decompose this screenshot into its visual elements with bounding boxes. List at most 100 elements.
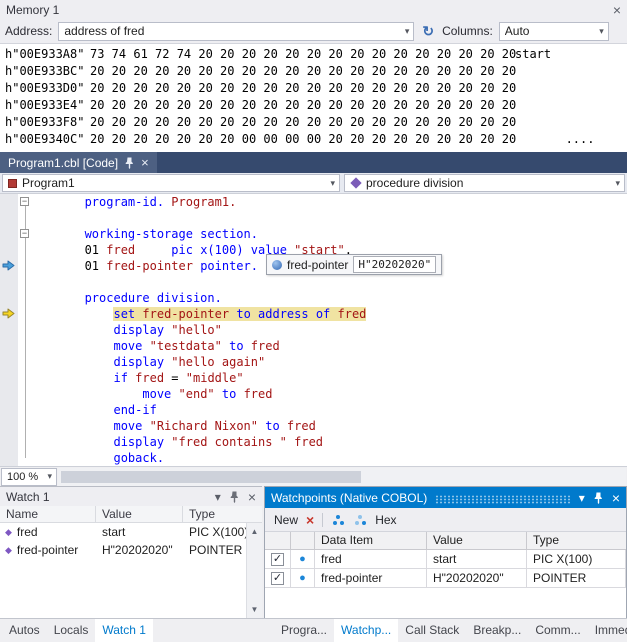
watchpoints-column-header-value[interactable]: Value	[427, 532, 527, 549]
code-line[interactable]: display "hello"	[34, 322, 627, 338]
code-line[interactable]	[34, 210, 627, 226]
bottom-tab-autos[interactable]: Autos	[2, 619, 47, 642]
pin-icon[interactable]	[594, 492, 603, 504]
members-dropdown[interactable]: procedure division ▾	[344, 174, 625, 192]
watchpoints-column-header-data-item[interactable]: Data Item	[315, 532, 427, 549]
memory-address: h"00E9340C"	[5, 131, 90, 148]
enable-watchpoints-icon[interactable]	[331, 513, 345, 527]
chevron-down-icon[interactable]: ▾	[328, 178, 337, 189]
watchpoints-column-header-type[interactable]: Type	[527, 532, 626, 549]
types-dropdown[interactable]: Program1 ▾	[2, 174, 340, 192]
bottom-tab-watchp[interactable]: Watchp...	[334, 619, 398, 642]
watchpoint-row[interactable]: ✓●fredstartPIC X(100)	[265, 550, 626, 569]
outlining-margin[interactable]: −−	[18, 194, 34, 466]
code-line[interactable]: move "Richard Nixon" to fred	[34, 418, 627, 434]
memory-title-bar[interactable]: Memory 1 ×	[0, 0, 627, 19]
chevron-down-icon[interactable]: ▾	[45, 471, 54, 482]
tab-program1-cbl[interactable]: Program1.cbl [Code] ×	[0, 152, 157, 173]
code-token: fred	[338, 307, 367, 321]
code-token	[215, 387, 222, 401]
checkbox-icon[interactable]: ✓	[271, 572, 284, 585]
memory-row[interactable]: h"00E9340C"20 20 20 20 20 20 20 00 00 00…	[5, 131, 627, 148]
bottom-tab-comm[interactable]: Comm...	[528, 619, 587, 642]
delete-watchpoint-icon[interactable]: ×	[306, 513, 314, 527]
navigate-arrow-icon[interactable]	[2, 260, 15, 274]
bottom-tab-call-stack[interactable]: Call Stack	[398, 619, 466, 642]
current-statement-arrow-icon[interactable]	[2, 308, 15, 322]
bottom-tab-breakp[interactable]: Breakp...	[466, 619, 528, 642]
address-combo[interactable]: address of fred ▾	[58, 22, 414, 41]
code-token: Program1.	[171, 195, 236, 209]
watch-column-header-name[interactable]: Name	[0, 506, 96, 522]
watch-row[interactable]: ◆fredstartPIC X(100)	[0, 523, 246, 541]
window-position-icon[interactable]: ▾	[579, 492, 585, 504]
watch-title-bar[interactable]: Watch 1 ▾ ×	[0, 487, 262, 506]
refresh-icon[interactable]: ↻	[420, 23, 436, 40]
pin-icon[interactable]	[230, 491, 239, 503]
watchpoint-type-cell: PIC X(100)	[527, 550, 626, 568]
code-token: fred	[294, 435, 323, 449]
code-line[interactable]: display "hello again"	[34, 354, 627, 370]
watch-column-header-type[interactable]: Type	[183, 506, 262, 522]
checkbox-icon[interactable]: ✓	[271, 553, 284, 566]
collapse-region-icon[interactable]: −	[20, 229, 29, 238]
memory-row[interactable]: h"00E933F8"20 20 20 20 20 20 20 20 20 20…	[5, 114, 627, 131]
code-token	[34, 355, 113, 369]
bottom-tab-immedi[interactable]: Immedi...	[588, 619, 627, 642]
code-pane[interactable]: program-id. Program1. working-storage se…	[34, 194, 627, 466]
bottom-tab-progra[interactable]: Progra...	[274, 619, 334, 642]
watch-row[interactable]: ◆fred-pointerH"20202020"POINTER	[0, 541, 246, 559]
watchpoints-checkbox-column-header	[265, 532, 291, 549]
watchpoint-state-cell: ●	[291, 569, 315, 587]
code-line[interactable]	[34, 274, 627, 290]
memory-row[interactable]: h"00E933D0"20 20 20 20 20 20 20 20 20 20…	[5, 80, 627, 97]
close-icon[interactable]: ×	[141, 155, 149, 170]
memory-rows[interactable]: h"00E933A8"73 74 61 72 74 20 20 20 20 20…	[0, 44, 627, 152]
scroll-down-icon[interactable]: ▼	[247, 605, 262, 614]
code-line[interactable]: working-storage section.	[34, 226, 627, 242]
code-line[interactable]: goback.	[34, 450, 627, 466]
columns-combo[interactable]: Auto ▾	[499, 22, 609, 41]
bottom-tab-watch-1[interactable]: Watch 1	[95, 619, 153, 642]
memory-row[interactable]: h"00E933BC"20 20 20 20 20 20 20 20 20 20…	[5, 63, 627, 80]
close-icon[interactable]: ×	[613, 3, 621, 17]
close-icon[interactable]: ×	[248, 490, 256, 504]
zoom-combo[interactable]: 100 % ▾	[1, 468, 57, 486]
close-icon[interactable]: ×	[612, 491, 620, 505]
horizontal-scrollbar[interactable]	[58, 468, 626, 486]
window-position-icon[interactable]: ▾	[215, 491, 221, 503]
watch-scrollbar[interactable]: ▲ ▼	[246, 523, 262, 618]
code-line[interactable]: move "end" to fred	[34, 386, 627, 402]
code-line[interactable]: if fred = "middle"	[34, 370, 627, 386]
scroll-up-icon[interactable]: ▲	[247, 527, 262, 536]
chevron-down-icon[interactable]: ▾	[403, 26, 412, 37]
watch-rows: ◆fredstartPIC X(100)◆fred-pointerH"20202…	[0, 523, 246, 618]
code-token	[34, 195, 85, 209]
new-watchpoint-button[interactable]: New	[274, 513, 298, 527]
datatip[interactable]: fred-pointer H"20202020"	[266, 254, 442, 275]
collapse-region-icon[interactable]: −	[20, 197, 29, 206]
watch-column-header-value[interactable]: Value	[96, 506, 183, 522]
watchpoint-row[interactable]: ✓●fred-pointerH"20202020"POINTER	[265, 569, 626, 588]
code-line[interactable]: end-if	[34, 402, 627, 418]
types-dropdown-value: Program1	[22, 176, 328, 190]
datatip-value[interactable]: H"20202020"	[353, 256, 436, 273]
bottom-tab-locals[interactable]: Locals	[47, 619, 96, 642]
breakpoint-margin[interactable]	[0, 194, 18, 466]
hex-toggle-button[interactable]: Hex	[375, 513, 396, 527]
memory-row[interactable]: h"00E933E4"20 20 20 20 20 20 20 20 20 20…	[5, 97, 627, 114]
memory-row[interactable]: h"00E933A8"73 74 61 72 74 20 20 20 20 20…	[5, 46, 627, 63]
pin-icon[interactable]	[125, 157, 134, 169]
code-line[interactable]: set fred-pointer to address of fred	[34, 306, 627, 322]
watchpoints-title-bar[interactable]: Watchpoints (Native COBOL) ▾ ×	[265, 487, 626, 508]
disable-watchpoints-icon[interactable]	[353, 513, 367, 527]
code-line[interactable]: display "fred contains " fred	[34, 434, 627, 450]
code-line[interactable]: procedure division.	[34, 290, 627, 306]
code-line[interactable]: program-id. Program1.	[34, 194, 627, 210]
watchpoints-rows: ✓●fredstartPIC X(100)✓●fred-pointerH"202…	[265, 550, 626, 588]
scrollbar-thumb[interactable]	[61, 471, 361, 483]
code-token: "hello again"	[171, 355, 265, 369]
chevron-down-icon[interactable]: ▾	[597, 26, 606, 37]
code-line[interactable]: move "testdata" to fred	[34, 338, 627, 354]
chevron-down-icon[interactable]: ▾	[613, 178, 622, 189]
